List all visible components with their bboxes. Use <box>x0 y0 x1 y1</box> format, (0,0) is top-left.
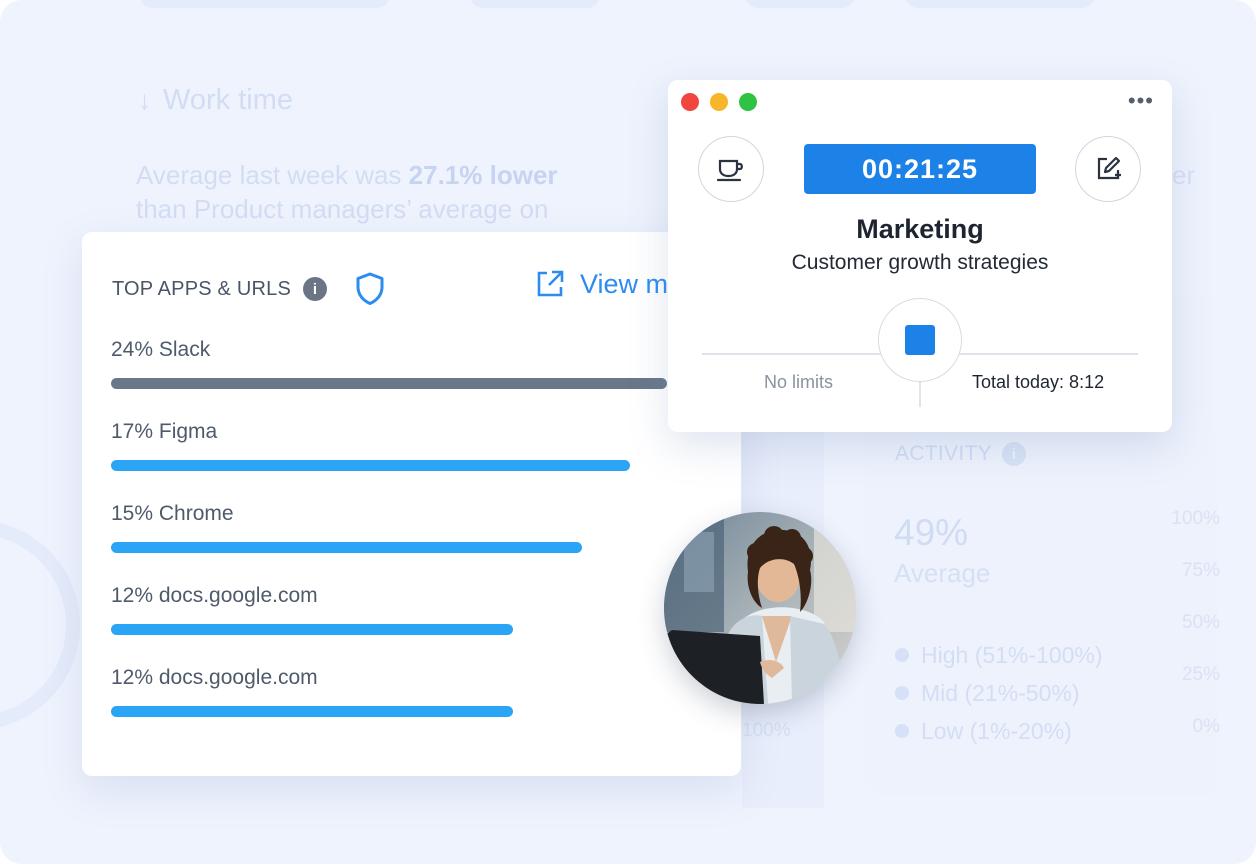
close-window-button[interactable] <box>681 93 699 111</box>
top-apps-header: TOP APPS & URLS i <box>112 272 385 306</box>
shield-icon <box>356 272 384 305</box>
top-apps-card: TOP APPS & URLS i View more 24% Slack 17%… <box>82 232 741 776</box>
background-text-fragment: er <box>1172 160 1196 190</box>
user-photo <box>664 512 856 704</box>
app-usage-label: 12% docs.google.com <box>111 584 318 607</box>
app-usage-label: 12% docs.google.com <box>111 666 318 689</box>
stop-timer-button[interactable] <box>878 298 962 382</box>
legend-item: Low (1%-20%) <box>895 712 1103 750</box>
app-usage-label: 15% Chrome <box>111 502 234 525</box>
app-usage-row: 17% Figma <box>111 420 671 471</box>
avatar <box>664 512 856 704</box>
app-usage-bar <box>111 460 630 471</box>
canvas: ↓ Work time Average last week was 27.1% … <box>0 0 1256 864</box>
activity-axis: 100% 75% 50% 25% 0% <box>1171 508 1220 737</box>
edit-entry-button[interactable] <box>1075 136 1141 202</box>
stop-icon <box>905 325 935 355</box>
arrow-down-icon: ↓ <box>138 85 151 115</box>
activity-average-label: Average <box>894 558 991 588</box>
app-usage-row: 12% docs.google.com <box>111 666 671 717</box>
app-usage-label: 24% Slack <box>111 338 211 361</box>
task-name: Customer growth strategies <box>791 251 1049 274</box>
app-usage-bar <box>111 542 582 553</box>
work-time-heading: ↓ Work time <box>138 84 293 116</box>
limit-label: No limits <box>764 372 834 392</box>
info-icon: i <box>1001 442 1026 466</box>
coffee-cup-icon <box>716 159 743 182</box>
activity-heading: ACTIVITY i <box>895 442 1026 466</box>
edit-icon <box>1097 156 1121 180</box>
background-gauge <box>0 520 80 730</box>
maximize-window-button[interactable] <box>739 93 757 111</box>
view-more-label: View more <box>580 268 668 299</box>
project-name: Marketing <box>856 214 984 244</box>
view-more-link[interactable]: View more <box>534 268 668 300</box>
axis-label: 100% <box>742 720 791 741</box>
app-usage-bar <box>111 624 513 635</box>
app-usage-bar <box>111 378 667 389</box>
app-usage-row: 24% Slack <box>111 338 671 389</box>
external-link-icon <box>537 270 564 297</box>
break-button[interactable] <box>698 136 764 202</box>
app-usage-bar <box>111 706 513 717</box>
window-controls <box>681 93 757 111</box>
timer-window: ••• 00:21:25 Marketing Customer growth s… <box>668 80 1172 432</box>
legend-item: High (51%-100%) <box>895 636 1103 674</box>
app-usage-label: 17% Figma <box>111 420 218 443</box>
timer-display: 00:21:25 <box>804 144 1036 194</box>
top-apps-title: TOP APPS & URLS <box>112 277 292 300</box>
work-time-summary: Average last week was 27.1% lower than P… <box>136 160 558 224</box>
app-usage-row: 12% docs.google.com <box>111 584 671 635</box>
info-icon[interactable]: i <box>303 277 328 301</box>
total-today-label: Total today: 8:12 <box>972 372 1105 392</box>
legend-item: Mid (21%-50%) <box>895 674 1103 712</box>
activity-legend: High (51%-100%) Mid (21%-50%) Low (1%-20… <box>895 636 1103 750</box>
app-usage-row: 15% Chrome <box>111 502 671 553</box>
minimize-window-button[interactable] <box>710 93 728 111</box>
activity-percent: 49% <box>894 512 969 553</box>
more-icon[interactable]: ••• <box>1128 88 1154 114</box>
